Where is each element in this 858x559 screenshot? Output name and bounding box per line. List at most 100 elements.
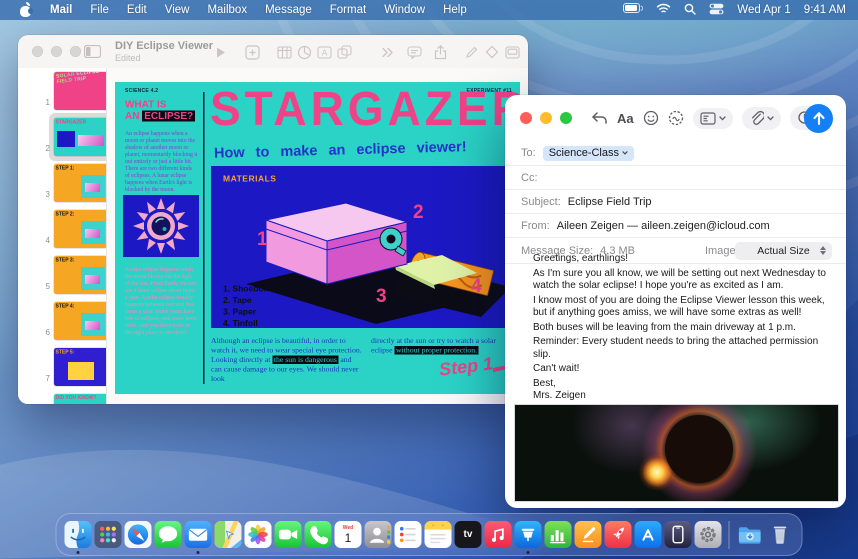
attach-button[interactable] [742, 107, 781, 130]
menu-bar: Mail File Edit View Mailbox Message Form… [0, 0, 858, 20]
subject-label: Subject: [521, 196, 561, 208]
menu-app-name[interactable]: Mail [50, 4, 72, 16]
zoom-button[interactable] [70, 46, 81, 57]
dock-numbers-icon[interactable] [545, 521, 572, 548]
eclipse-heading: WHAT IS AN ECLIPSE? [125, 99, 195, 122]
search-icon[interactable] [684, 3, 696, 18]
close-button[interactable] [32, 46, 43, 57]
slide-stargazer[interactable]: SCIENCE 4.2 EXPERIMENT #11 WHAT IS AN EC… [115, 82, 520, 394]
menu-format[interactable]: Format [330, 4, 366, 16]
close-button[interactable] [520, 112, 532, 124]
menu-file[interactable]: File [90, 4, 109, 16]
cc-label: Cc: [521, 172, 538, 184]
dock-reminders-icon[interactable] [395, 521, 422, 548]
sun-illustration [123, 195, 199, 257]
body-paragraph: I know most of you are doing the Eclipse… [533, 295, 826, 320]
slide-thumbnail-8[interactable]: DID YOU KNOW? [54, 394, 107, 404]
arrow-up-icon [812, 111, 826, 126]
dock-trash-icon[interactable] [767, 521, 794, 548]
send-button[interactable] [804, 104, 833, 133]
minimize-button[interactable] [540, 112, 552, 124]
slide-thumbnail-3[interactable]: STEP 1: [54, 164, 107, 202]
sidebar-toggle-icon[interactable] [84, 45, 101, 63]
shape-icon[interactable] [334, 42, 354, 62]
markup-icon[interactable] [668, 110, 684, 126]
animate-icon[interactable] [482, 42, 502, 62]
slide-thumbnail-7[interactable]: STEP 5: [54, 348, 107, 386]
tv-label: tv [464, 529, 473, 540]
running-indicator [527, 551, 530, 554]
share-icon[interactable] [430, 42, 450, 62]
message-body[interactable]: Greetings, earthlings! As I'm sure you a… [533, 253, 826, 405]
minimize-button[interactable] [51, 46, 62, 57]
menu-message[interactable]: Message [265, 4, 312, 16]
solar-paragraph: A solar eclipse happens when the moon bl… [125, 266, 198, 336]
cc-field[interactable]: Cc: [505, 166, 846, 190]
dock-tv-icon[interactable]: tv [455, 521, 482, 548]
format-brush-icon[interactable] [462, 42, 482, 62]
dock-mail-icon[interactable] [185, 521, 212, 548]
dock-system-settings-icon[interactable] [695, 521, 722, 548]
dock-finder-icon[interactable] [65, 521, 92, 548]
slide-number: 2 [38, 144, 50, 153]
slide-thumbnail-4[interactable]: STEP 2: [54, 210, 107, 248]
dock-notes-icon[interactable] [425, 521, 452, 548]
slide-thumbnail-2-selected[interactable]: STARGAZER [54, 118, 107, 156]
slide-thumbnail-1[interactable]: SOLAR ECLIPSE FIELD TRIP [54, 72, 107, 110]
recipient-token[interactable]: Science-Class [543, 146, 634, 161]
wifi-icon[interactable] [656, 3, 671, 17]
menubar-date[interactable]: Wed Apr 1 [737, 4, 791, 16]
menu-help[interactable]: Help [443, 4, 467, 16]
dock-messages-icon[interactable] [155, 521, 182, 548]
dock-phone-icon[interactable] [305, 521, 332, 548]
emoji-icon[interactable] [643, 110, 659, 126]
running-indicator [197, 551, 200, 554]
table-icon[interactable] [274, 42, 294, 62]
dock-schoolwork-icon[interactable] [605, 521, 632, 548]
dock-downloads-icon[interactable] [737, 521, 764, 548]
photo-browser-button[interactable] [693, 108, 733, 129]
document-icon[interactable] [502, 42, 522, 62]
text-icon[interactable]: A [314, 42, 334, 62]
dock-app-store-icon[interactable] [635, 521, 662, 548]
insert-icon[interactable] [242, 42, 262, 62]
menu-mailbox[interactable]: Mailbox [207, 4, 247, 16]
play-icon[interactable] [210, 42, 230, 62]
menubar-time[interactable]: 9:41 AM [804, 4, 846, 16]
zoom-button[interactable] [560, 112, 572, 124]
body-paragraph: Can't wait! [533, 363, 826, 376]
materials-box: MATERIALS [211, 166, 511, 328]
menu-view[interactable]: View [165, 4, 190, 16]
menu-edit[interactable]: Edit [127, 4, 147, 16]
chart-icon[interactable] [294, 42, 314, 62]
keynote-titlebar[interactable]: DIY Eclipse Viewer Edited A [18, 35, 528, 68]
dock-contacts-icon[interactable] [365, 521, 392, 548]
dock-photos-icon[interactable] [245, 521, 272, 548]
mail-traffic-lights[interactable] [520, 112, 572, 124]
poster-subtitle: How to make an eclipse viewer! [214, 139, 467, 162]
battery-icon[interactable] [623, 3, 643, 17]
slide-thumbnail-5[interactable]: STEP 3: [54, 256, 107, 294]
keynote-traffic-lights[interactable] [32, 46, 81, 57]
apple-menu-icon[interactable] [20, 3, 32, 17]
dock-safari-icon[interactable] [125, 521, 152, 548]
dock-facetime-icon[interactable] [275, 521, 302, 548]
slide-thumbnail-6[interactable]: STEP 4: [54, 302, 107, 340]
dock-launchpad-icon[interactable] [95, 521, 122, 548]
dock-iphone-mirroring-icon[interactable] [665, 521, 692, 548]
subject-field[interactable]: Subject: Eclipse Field Trip [505, 190, 846, 214]
format-icon[interactable]: Aa [617, 111, 634, 126]
dock-music-icon[interactable] [485, 521, 512, 548]
from-field[interactable]: From: Aileen Zeigen — aileen.zeigen@iclo… [505, 214, 846, 238]
control-center-icon[interactable] [709, 3, 724, 18]
dock-calendar-icon[interactable]: Wed1 [335, 521, 362, 548]
comment-icon[interactable] [404, 42, 424, 62]
dock-maps-icon[interactable] [215, 521, 242, 548]
undo-icon[interactable] [591, 111, 608, 125]
dock-keynote-icon[interactable] [515, 521, 542, 548]
menu-window[interactable]: Window [384, 4, 425, 16]
more-tools-icon[interactable] [378, 42, 398, 62]
eclipse-photo-attachment[interactable] [514, 404, 839, 502]
to-field[interactable]: To: Science-Class [505, 141, 846, 166]
dock-pages-icon[interactable] [575, 521, 602, 548]
